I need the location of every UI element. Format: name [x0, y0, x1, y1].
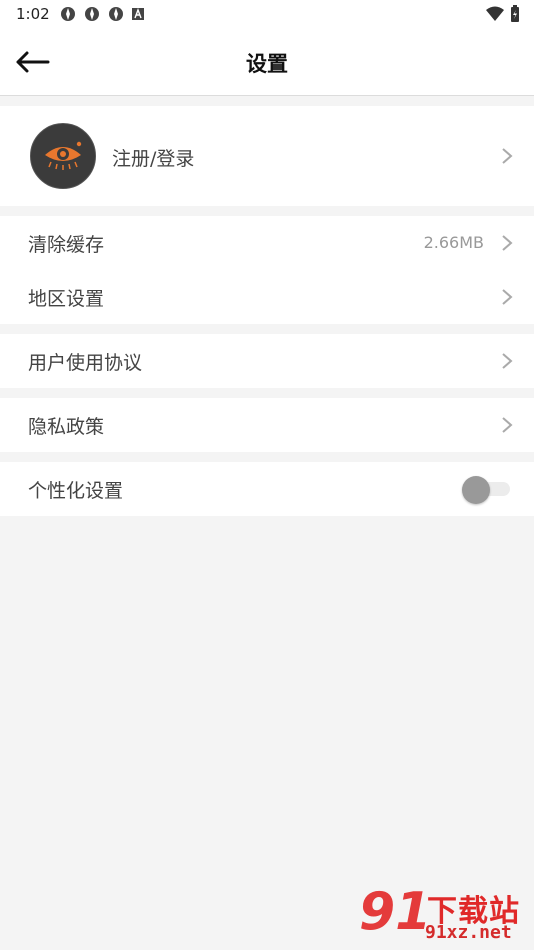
clear-cache-row[interactable]: 清除缓存 2.66MB [0, 216, 534, 270]
user-agreement-label: 用户使用协议 [28, 352, 143, 374]
chevron-right-icon [502, 289, 513, 305]
chevron-right-icon [502, 148, 513, 164]
page-title: 设置 [246, 52, 288, 76]
status-notifications [60, 6, 144, 22]
chevron-right-icon [502, 417, 513, 433]
notification-icon [108, 7, 123, 21]
wifi-icon [486, 6, 504, 21]
login-register-label: 注册/登录 [112, 148, 195, 170]
battery-icon [511, 5, 519, 22]
status-system-icons [486, 5, 520, 23]
watermark-number: 91 [359, 882, 432, 942]
personalization-label: 个性化设置 [28, 480, 124, 502]
watermark-url: 91xz.net [425, 922, 512, 943]
a-badge-icon [131, 8, 144, 20]
privacy-policy-row[interactable]: 隐私政策 [0, 398, 534, 452]
notification-icon [84, 7, 99, 21]
cache-region-section: 清除缓存 2.66MB 地区设置 [0, 216, 534, 324]
personalization-toggle[interactable] [462, 476, 510, 504]
cache-size-value: 2.66MB [423, 233, 484, 252]
status-bar: 1:02 [0, 0, 534, 28]
notification-icon [60, 7, 75, 21]
personalization-row: 个性化设置 [0, 462, 534, 516]
chevron-right-icon [502, 353, 513, 369]
clear-cache-label: 清除缓存 [28, 234, 105, 256]
app-header: 设置 [0, 28, 534, 96]
status-time: 1:02 [16, 5, 50, 23]
site-watermark: 91 下载站 91xz.net [359, 882, 534, 950]
user-agreement-row[interactable]: 用户使用协议 [0, 334, 534, 388]
profile-login-row[interactable]: 注册/登录 [0, 106, 534, 206]
region-settings-row[interactable]: 地区设置 [0, 270, 534, 324]
eye-logo-icon [45, 141, 82, 170]
privacy-policy-label: 隐私政策 [28, 416, 105, 438]
toggle-knob [462, 476, 490, 504]
avatar [30, 123, 96, 189]
chevron-right-icon [502, 235, 513, 251]
region-settings-label: 地区设置 [28, 288, 105, 310]
